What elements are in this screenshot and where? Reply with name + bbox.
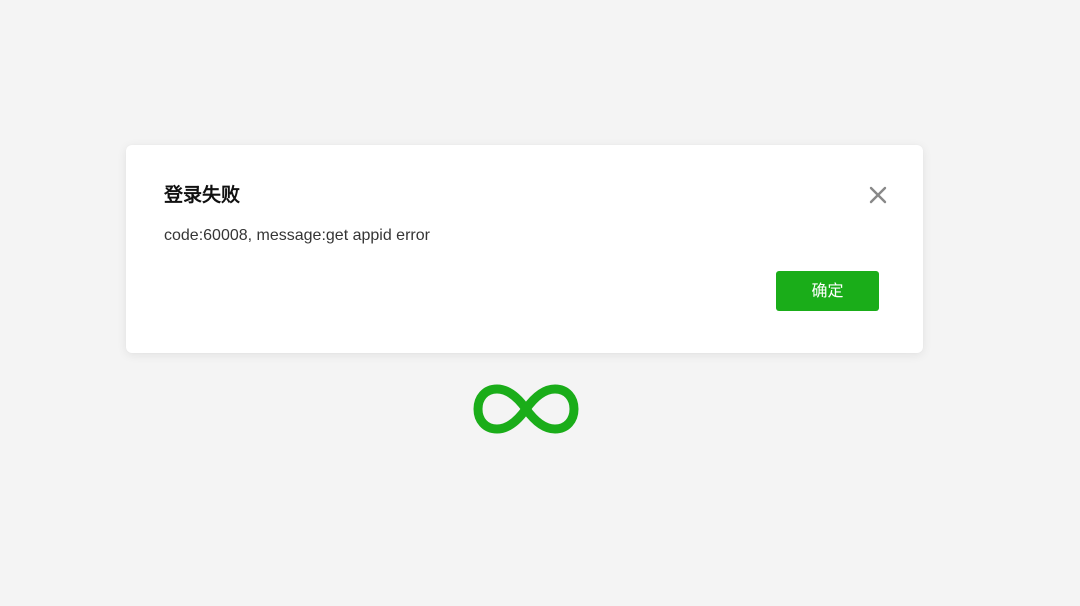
dialog-title: 登录失败 (164, 184, 241, 206)
login-failed-dialog: 登录失败 code:60008, message:get appid error… (126, 145, 923, 353)
close-icon-graphic (869, 186, 887, 204)
dialog-message: code:60008, message:get appid error (164, 227, 430, 244)
confirm-button[interactable]: 确定 (776, 271, 879, 311)
close-icon[interactable] (866, 183, 890, 207)
infinity-loading-icon (472, 382, 580, 436)
